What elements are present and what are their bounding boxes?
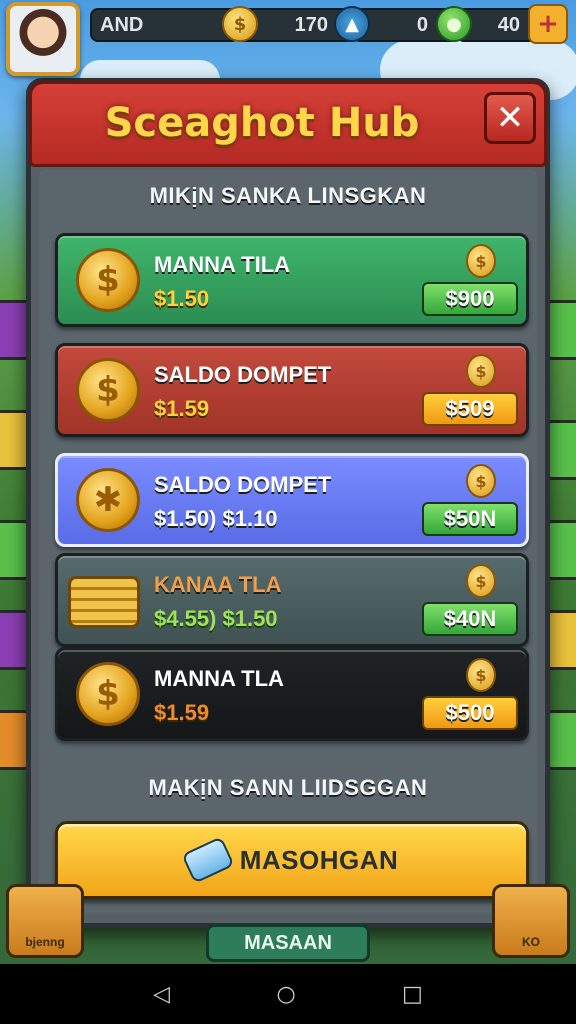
offer-name: KANAA TLA <box>154 572 282 597</box>
small-coin-icon: $ <box>466 464 496 498</box>
crystal-icon <box>181 836 235 884</box>
offer-price: $1.59 <box>154 396 210 421</box>
offer-price: $1.50) $1.10 <box>154 506 278 531</box>
modal-body: MIKịN SANKA LINSGKAN $ MANNA TILA $1.50 … <box>39 169 537 913</box>
gem-icon: ● <box>436 6 472 42</box>
buy-button[interactable]: $40N <box>422 602 518 636</box>
offer-price: $4.55) $1.50 <box>154 606 278 631</box>
bottom-tab[interactable]: MASAAN <box>206 924 370 962</box>
offer-card[interactable]: ✱ SALDO DOMPET $1.50) $1.10 $ $50N <box>55 453 529 547</box>
offer-price: $1.50 <box>154 286 210 311</box>
confirm-button[interactable]: MASOHGAN <box>55 821 529 899</box>
coin-stack-icon <box>68 576 140 628</box>
offer-card[interactable]: $ SALDO DOMPET $1.59 $ $509 <box>55 343 529 437</box>
modal-title: Sceaghot Hub <box>104 100 420 146</box>
recents-icon[interactable]: □ <box>402 982 423 1007</box>
small-coin-icon: $ <box>466 658 496 692</box>
subheading-top: MIKịN SANKA LINSGKAN <box>149 183 427 208</box>
shop-modal: Sceaghot Hub ✕ MIKịN SANKA LINSGKAN $ MA… <box>26 78 550 928</box>
buy-button[interactable]: $509 <box>422 392 518 426</box>
offer-name: SALDO DOMPET <box>154 472 332 497</box>
offer-price: $1.59 <box>154 700 210 725</box>
offer-name: MANNA TLA <box>154 666 284 691</box>
offer-name: MANNA TILA <box>154 252 291 277</box>
coin-icon: $ <box>222 6 258 42</box>
offer-card[interactable]: $ MANNA TLA $1.59 $ $500 <box>55 647 529 741</box>
buy-button[interactable]: $900 <box>422 282 518 316</box>
gold-coin-icon: $ <box>76 662 140 726</box>
right-corner-button[interactable]: KO <box>492 884 570 958</box>
top-hud: AND 170 0 40 $ ▲ ● + <box>0 0 576 76</box>
player-name: AND <box>90 8 240 42</box>
buy-button[interactable]: $50N <box>422 502 518 536</box>
player-avatar[interactable] <box>6 2 80 76</box>
small-coin-icon: $ <box>466 354 496 388</box>
small-coin-icon: $ <box>466 564 496 598</box>
offer-card[interactable]: KANAA TLA $4.55) $1.50 $ $40N <box>55 553 529 647</box>
add-currency-button[interactable]: + <box>528 4 568 44</box>
back-icon[interactable]: ◁ <box>153 982 170 1007</box>
left-corner-button[interactable]: bjenng <box>6 884 84 958</box>
system-navbar: ◁ ○ □ <box>0 964 576 1024</box>
confirm-button-label: MASOHGAN <box>239 844 399 875</box>
home-icon[interactable]: ○ <box>276 982 295 1007</box>
buy-button[interactable]: $500 <box>422 696 518 730</box>
gold-coin-icon: $ <box>76 248 140 312</box>
subheading-bottom: MAKịN SANN LIIDSGGAN <box>148 775 428 800</box>
gold-coin-icon: $ <box>76 358 140 422</box>
small-coin-icon: $ <box>466 244 496 278</box>
offer-card[interactable]: $ MANNA TILA $1.50 $ $900 <box>55 233 529 327</box>
gold-coin-icon: ✱ <box>76 468 140 532</box>
offer-name: SALDO DOMPET <box>154 362 332 387</box>
modal-header: Sceaghot Hub ✕ <box>29 81 547 167</box>
compass-icon: ▲ <box>334 6 370 42</box>
close-button[interactable]: ✕ <box>484 92 536 144</box>
